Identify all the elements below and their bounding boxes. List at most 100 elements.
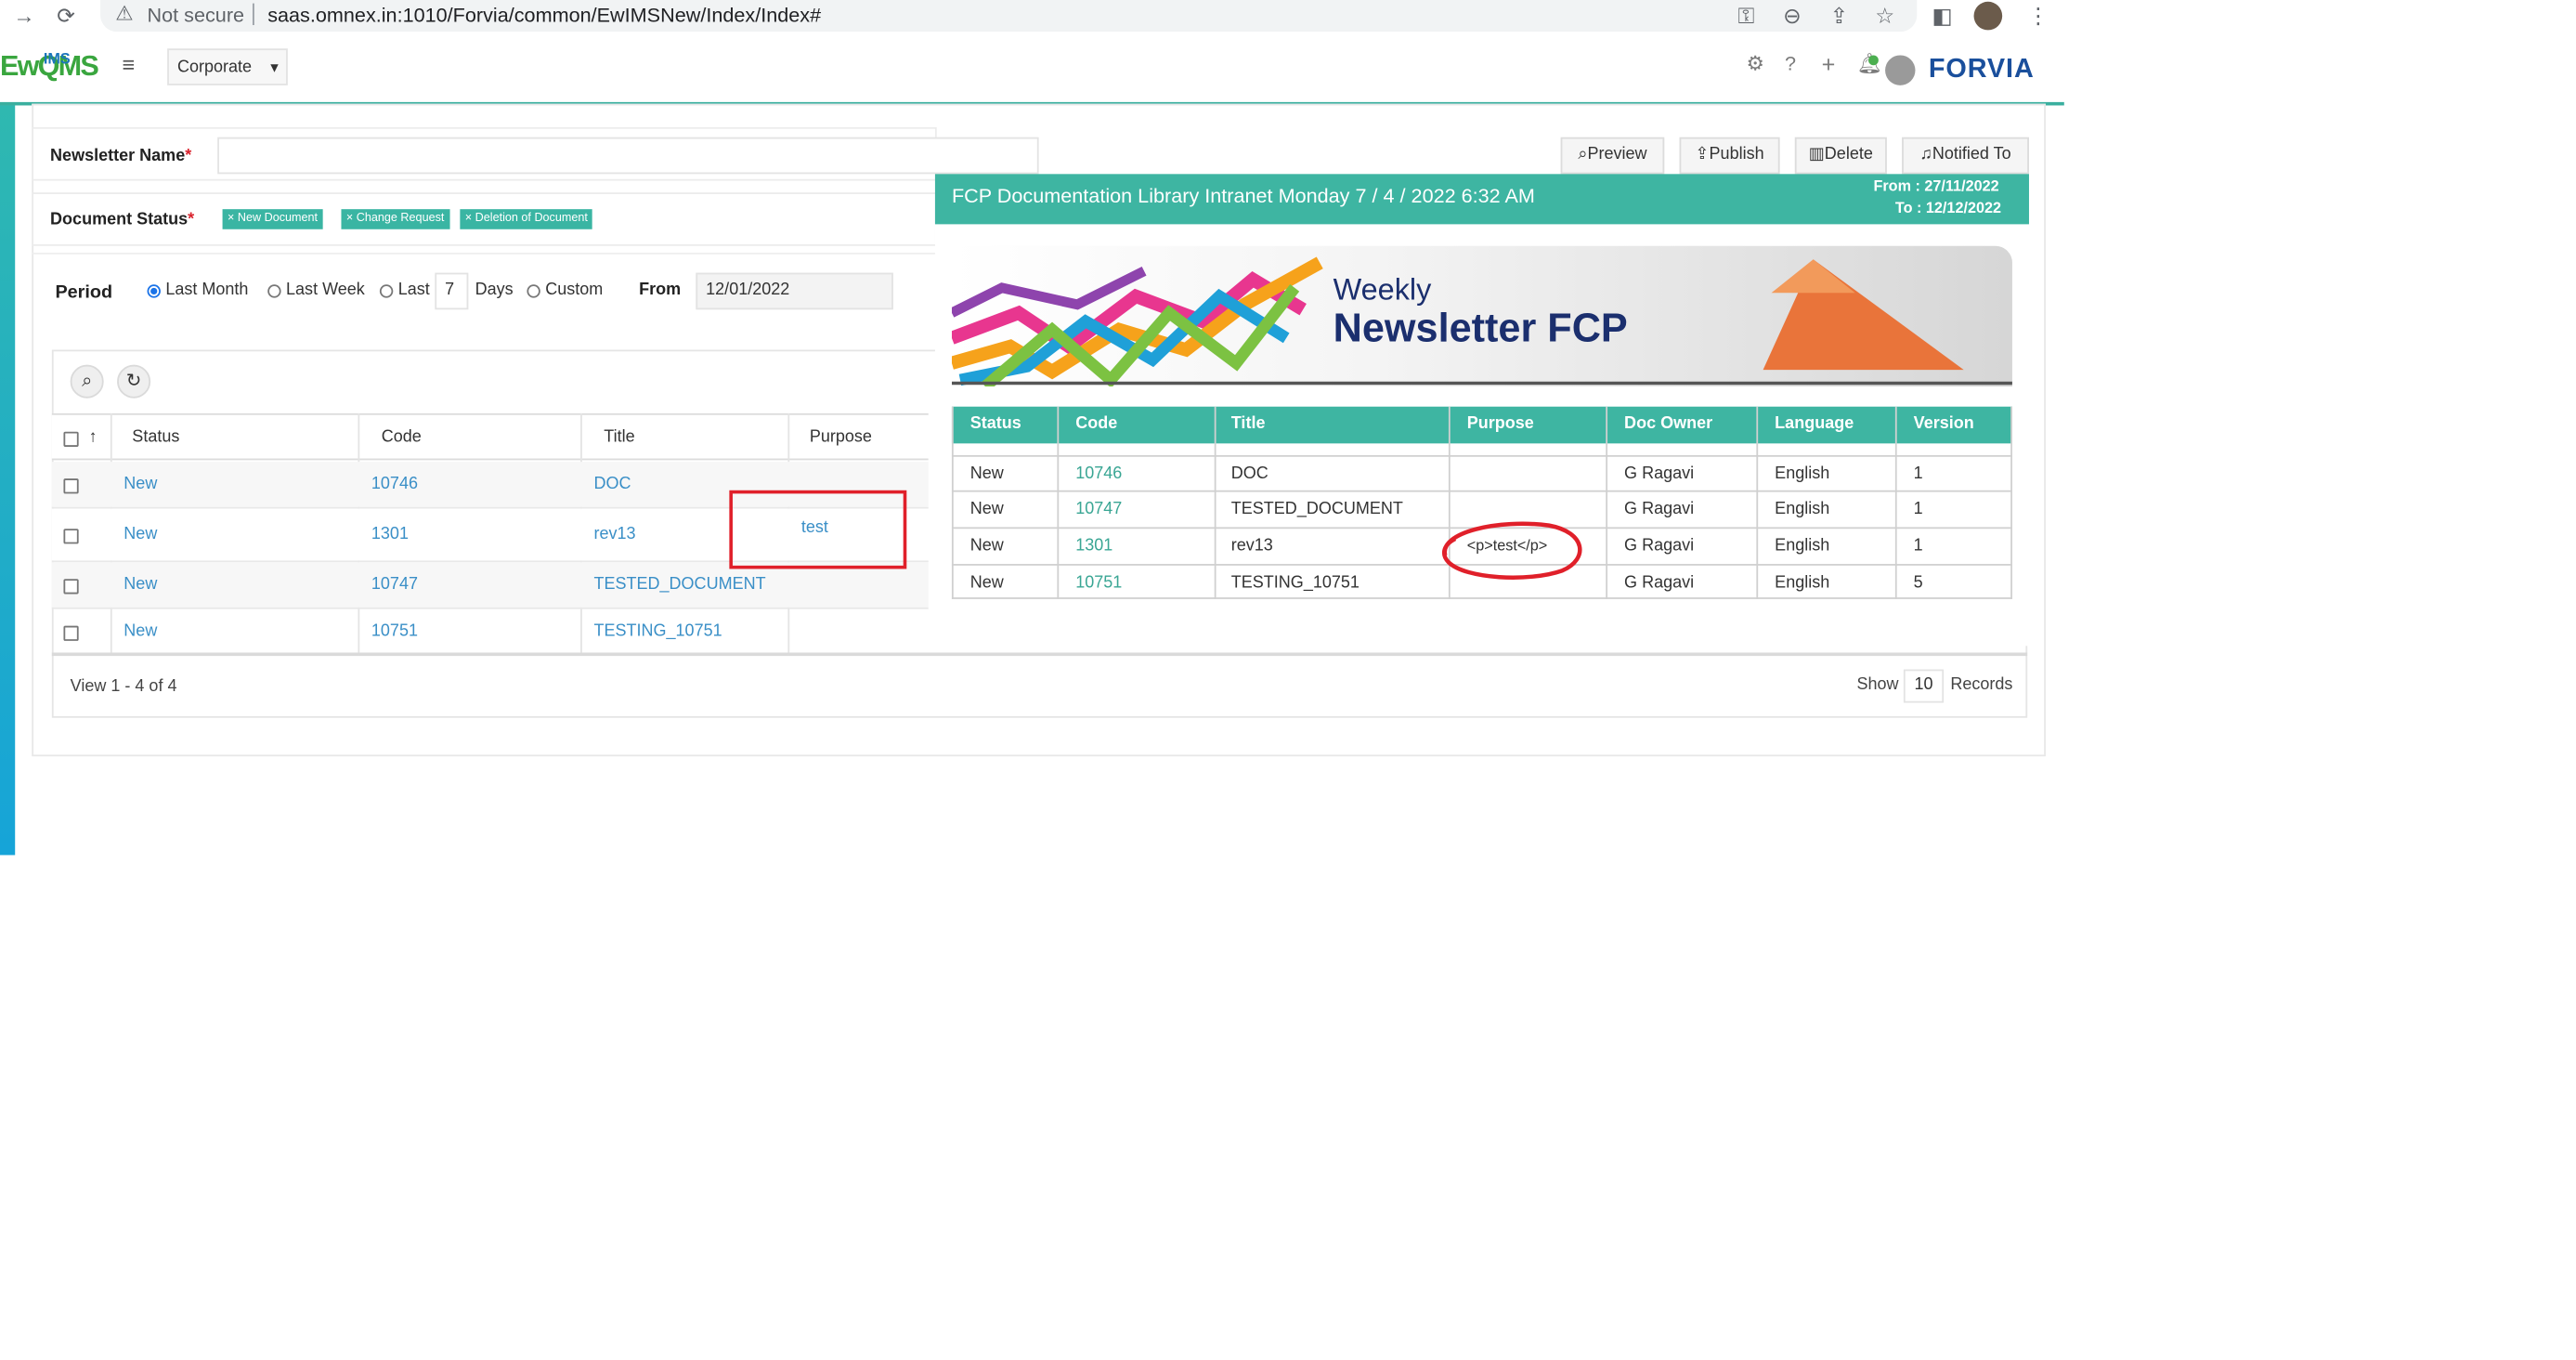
zoom-icon[interactable]: ⊖ <box>1783 0 1802 32</box>
user-avatar[interactable] <box>1885 55 1916 85</box>
key-icon[interactable]: ⚿ <box>1738 0 1755 32</box>
row-code[interactable]: 1301 <box>371 526 409 544</box>
row-title[interactable]: TESTING_10751 <box>593 622 722 641</box>
table-row[interactable] <box>51 562 929 608</box>
preview-from-date: From : 27/11/2022 <box>1873 177 1999 194</box>
preview-row-owner: G Ragavi <box>1624 500 1695 519</box>
preview-col-divider <box>1057 406 1060 599</box>
preview-row-version: 5 <box>1913 573 1923 593</box>
days-label: Days <box>475 281 514 300</box>
status-tag-deletion[interactable]: × Deletion of Document <box>460 209 593 229</box>
pager-summary: View 1 - 4 of 4 <box>70 677 177 697</box>
sidebar-strip <box>0 105 16 856</box>
star-icon[interactable]: ☆ <box>1875 0 1894 32</box>
row-checkbox[interactable] <box>63 579 79 595</box>
gear-icon[interactable]: ⚙ <box>1747 52 1764 75</box>
radio-last-week[interactable] <box>267 284 281 298</box>
row-status[interactable]: New <box>124 476 157 494</box>
preview-row-title: DOC <box>1230 464 1268 484</box>
tag-remove-icon[interactable]: × <box>465 213 472 225</box>
preview-row-code[interactable]: 10746 <box>1075 465 1122 484</box>
notified-to-button[interactable]: ♫Notified To <box>1902 137 2029 175</box>
preview-row-divider <box>951 597 2012 599</box>
radio-custom[interactable] <box>527 284 540 298</box>
records-label: Records <box>1950 675 2013 695</box>
show-label: Show <box>1856 675 1899 695</box>
profile-avatar[interactable] <box>1973 1 2003 31</box>
forward-icon[interactable]: → <box>13 0 34 32</box>
search-icon[interactable]: ⌕ <box>70 364 104 399</box>
row-code[interactable]: 10747 <box>371 576 418 595</box>
row-checkbox[interactable] <box>63 478 79 494</box>
site-select-value: Corporate <box>176 59 253 77</box>
preview-row-code[interactable]: 10747 <box>1075 501 1122 519</box>
sidepanel-icon[interactable]: ◧ <box>1932 0 1953 32</box>
row-divider <box>51 607 929 609</box>
tag-remove-icon[interactable]: × <box>346 213 353 225</box>
annotation-ellipse <box>1441 521 1582 580</box>
trash-icon: ▥ <box>1808 145 1825 164</box>
menu-kebab-icon[interactable]: ⋮ <box>2027 0 2049 32</box>
row-checkbox[interactable] <box>63 529 79 544</box>
warning-icon[interactable]: ⚠ <box>115 2 133 25</box>
preview-button[interactable]: ⌕Preview <box>1560 137 1665 175</box>
row-status[interactable]: New <box>124 576 157 595</box>
refresh-icon[interactable]: ↻ <box>117 364 151 399</box>
preview-row-divider <box>951 490 2012 492</box>
row-status[interactable]: New <box>124 622 157 641</box>
preview-row-language: English <box>1775 464 1830 484</box>
preview-col-doc-owner: Doc Owner <box>1624 414 1713 434</box>
grid-header <box>51 412 929 461</box>
divider <box>32 252 935 255</box>
help-icon[interactable]: ? <box>1785 52 1796 75</box>
page-size-select[interactable]: 10 <box>1903 669 1945 703</box>
from-date-input[interactable]: 12/01/2022 <box>696 272 893 310</box>
row-checkbox[interactable] <box>63 625 79 641</box>
preview-row-title: rev13 <box>1230 537 1273 556</box>
preview-col-status: Status <box>969 414 1021 434</box>
preview-row-code[interactable]: 1301 <box>1075 537 1112 556</box>
row-title[interactable]: TESTED_DOCUMENT <box>593 576 765 595</box>
share-icon[interactable]: ⇪ <box>1830 0 1849 32</box>
preview-row-language: English <box>1775 500 1830 519</box>
radio-last-week-label: Last Week <box>286 281 365 300</box>
col-header-purpose[interactable]: Purpose <box>810 428 872 447</box>
preview-col-language: Language <box>1775 414 1854 434</box>
url-text[interactable]: saas.omnex.in:1010/Forvia/common/EwIMSNe… <box>267 4 821 27</box>
reload-icon[interactable]: ⟳ <box>57 0 75 32</box>
sort-icon[interactable]: ↑ <box>88 428 97 447</box>
add-icon[interactable]: + <box>1822 50 1836 77</box>
radio-last-month[interactable] <box>147 284 161 298</box>
col-header-code[interactable]: Code <box>382 428 422 447</box>
last-days-input[interactable]: 7 <box>435 272 469 310</box>
radio-last-days[interactable] <box>379 284 394 298</box>
preview-col-divider <box>1756 406 1759 599</box>
status-tag-new-document[interactable]: × New Document <box>222 209 323 229</box>
site-select[interactable]: Corporate ▼ <box>167 48 288 85</box>
delete-button[interactable]: ▥Delete <box>1794 137 1887 175</box>
publish-button[interactable]: ⇪Publish <box>1679 137 1780 175</box>
radio-last-month-label: Last Month <box>165 281 249 300</box>
row-title[interactable]: rev13 <box>593 526 635 544</box>
row-code[interactable]: 10746 <box>371 476 418 494</box>
tag-remove-icon[interactable]: × <box>228 213 234 225</box>
row-status[interactable]: New <box>124 526 157 544</box>
banner-weekly: Weekly <box>1333 272 1432 307</box>
preview-row-status: New <box>969 464 1004 484</box>
row-code[interactable]: 10751 <box>371 622 418 641</box>
radio-last-days-label: Last <box>397 281 430 300</box>
select-all-checkbox[interactable] <box>63 431 79 447</box>
preview-col-divider <box>1606 406 1608 599</box>
logo-sub: IMS <box>43 50 71 68</box>
row-title[interactable]: DOC <box>593 476 631 494</box>
preview-col-divider <box>1894 406 1897 599</box>
newsletter-name-input[interactable] <box>217 137 1039 175</box>
hamburger-icon[interactable]: ≡ <box>122 52 135 77</box>
preview-row-owner: G Ragavi <box>1624 464 1695 484</box>
col-header-status[interactable]: Status <box>132 428 179 447</box>
preview-to-date: To : 12/12/2022 <box>1894 199 2002 216</box>
preview-col-divider <box>2010 406 2012 599</box>
col-header-title[interactable]: Title <box>604 428 634 447</box>
preview-row-code[interactable]: 10751 <box>1075 574 1122 593</box>
status-tag-change-request[interactable]: × Change Request <box>341 209 449 229</box>
